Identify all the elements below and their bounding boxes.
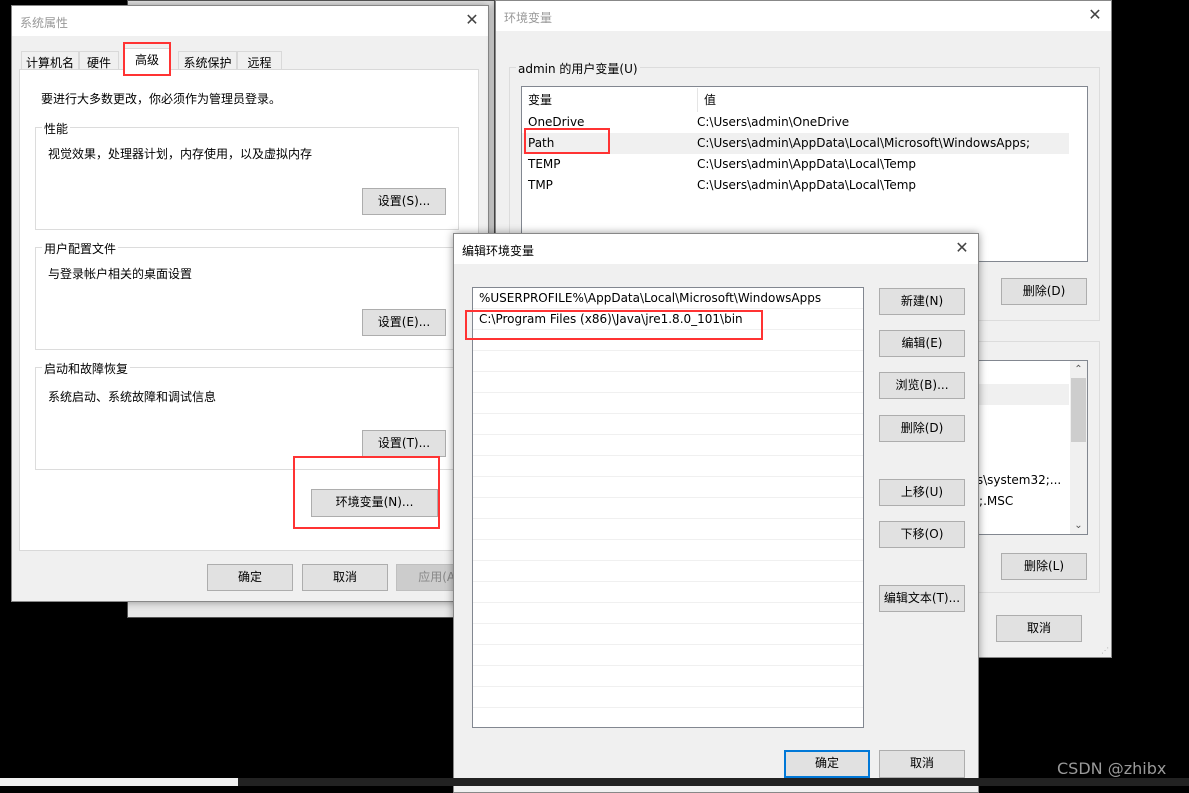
browse-button[interactable]: 浏览(B)...: [879, 372, 965, 399]
scrollbar-thumb[interactable]: [1071, 378, 1086, 442]
watermark: CSDN @zhibx: [1057, 759, 1167, 778]
empty-list-row[interactable]: [473, 330, 863, 351]
cancel-button[interactable]: 取消: [302, 564, 388, 591]
table-row[interactable]: TEMP C:\Users\admin\AppData\Local\Temp: [522, 154, 1087, 175]
group-desc: 系统启动、系统故障和调试信息: [48, 390, 217, 404]
table-row-selected[interactable]: Path C:\Users\admin\AppData\Local\Microso…: [522, 133, 1069, 154]
group-user-profiles: 用户配置文件 与登录帐户相关的桌面设置 设置(E)...: [35, 240, 459, 350]
empty-list-row[interactable]: [473, 603, 863, 624]
empty-list-row[interactable]: [473, 393, 863, 414]
group-label: admin 的用户变量(U): [516, 60, 640, 77]
empty-list-row[interactable]: [473, 519, 863, 540]
taskbar-left: [0, 778, 238, 786]
scrollbar[interactable]: ⌃ ⌄: [1070, 361, 1087, 534]
empty-list-row[interactable]: [473, 645, 863, 666]
column-header-value[interactable]: 值: [697, 88, 716, 112]
list-item[interactable]: C:\Program Files (x86)\Java\jre1.8.0_101…: [473, 309, 863, 330]
resize-grip-icon[interactable]: ⋰: [1101, 646, 1109, 655]
var-name: Path: [528, 136, 555, 150]
system-properties-dialog: 系统属性 ✕ 计算机名 硬件 高级 系统保护 远程 要进行大多数更改，你必须作为…: [11, 5, 489, 602]
performance-settings-button[interactable]: 设置(S)...: [362, 188, 446, 215]
edit-ok-button[interactable]: 确定: [784, 750, 870, 778]
empty-list-row[interactable]: [473, 477, 863, 498]
empty-list-row[interactable]: [473, 561, 863, 582]
move-up-button[interactable]: 上移(U): [879, 479, 965, 506]
env-cancel-button[interactable]: 取消: [996, 615, 1082, 642]
ok-button[interactable]: 确定: [207, 564, 293, 591]
table-row[interactable]: OneDrive C:\Users\admin\OneDrive: [522, 112, 1087, 133]
scroll-down-icon[interactable]: ⌄: [1070, 517, 1087, 534]
list-item[interactable]: %USERPROFILE%\AppData\Local\Microsoft\Wi…: [473, 288, 863, 309]
var-value: C:\Users\admin\AppData\Local\Temp: [697, 178, 917, 192]
empty-list-row[interactable]: [473, 666, 863, 687]
title-bar: 系统属性 ✕: [12, 6, 488, 36]
startup-settings-button[interactable]: 设置(T)...: [362, 430, 446, 457]
scroll-up-icon[interactable]: ⌃: [1070, 361, 1087, 378]
group-label: 启动和故障恢复: [42, 360, 131, 377]
var-value: C:\Users\admin\AppData\Local\Temp: [697, 157, 917, 171]
empty-list-row[interactable]: [473, 414, 863, 435]
empty-list-row[interactable]: [473, 351, 863, 372]
dialog-title: 环境变量: [504, 11, 553, 25]
taskbar: [238, 778, 1189, 786]
empty-list-row[interactable]: [473, 498, 863, 519]
group-label: 性能: [42, 120, 71, 137]
table-row[interactable]: TMP C:\Users\admin\AppData\Local\Temp: [522, 175, 1087, 196]
edit-environment-variable-dialog: 编辑环境变量 ✕ %USERPROFILE%\AppData\Local\Mic…: [453, 233, 979, 793]
tab-advanced[interactable]: 高级: [123, 48, 171, 75]
new-button[interactable]: 新建(N): [879, 288, 965, 315]
empty-list-row[interactable]: [473, 435, 863, 456]
user-delete-button[interactable]: 删除(D): [1001, 278, 1087, 305]
empty-list-row[interactable]: [473, 624, 863, 645]
empty-list-row[interactable]: [473, 456, 863, 477]
tab-panel: 要进行大多数更改，你必须作为管理员登录。 性能 视觉效果，处理器计划，内存使用，…: [19, 69, 479, 551]
group-desc: 视觉效果，处理器计划，内存使用，以及虚拟内存: [48, 147, 313, 161]
environment-variables-button[interactable]: 环境变量(N)...: [311, 489, 438, 517]
column-header-variable[interactable]: 变量: [528, 93, 552, 107]
empty-list-row[interactable]: [473, 687, 863, 708]
var-name: TMP: [528, 178, 553, 192]
group-label: 用户配置文件: [42, 240, 119, 257]
delete-button[interactable]: 删除(D): [879, 415, 965, 442]
list-header: 变量 值: [522, 88, 1087, 112]
var-value: C:\Users\admin\AppData\Local\Microsoft\W…: [697, 136, 1030, 150]
sys-value-fragment: ws\system32;...: [967, 473, 1062, 487]
var-name: OneDrive: [528, 115, 585, 129]
move-down-button[interactable]: 下移(O): [879, 521, 965, 548]
group-performance: 性能 视觉效果，处理器计划，内存使用，以及虚拟内存 设置(S)...: [35, 120, 459, 230]
group-desc: 与登录帐户相关的桌面设置: [48, 267, 193, 281]
admin-notice: 要进行大多数更改，你必须作为管理员登录。: [41, 92, 282, 106]
path-entries-list[interactable]: %USERPROFILE%\AppData\Local\Microsoft\Wi…: [472, 287, 864, 728]
close-icon[interactable]: ✕: [1085, 5, 1105, 25]
close-icon[interactable]: ✕: [462, 10, 482, 30]
edit-cancel-button[interactable]: 取消: [879, 750, 965, 778]
title-bar: 环境变量 ✕: [496, 1, 1111, 31]
title-bar: 编辑环境变量 ✕: [454, 234, 978, 264]
var-name: TEMP: [528, 157, 561, 171]
dialog-title: 系统属性: [20, 16, 69, 30]
edit-button[interactable]: 编辑(E): [879, 330, 965, 357]
empty-list-row[interactable]: [473, 372, 863, 393]
empty-list-row[interactable]: [473, 708, 863, 727]
system-delete-button[interactable]: 删除(L): [1001, 553, 1087, 580]
edit-text-button[interactable]: 编辑文本(T)...: [879, 585, 965, 612]
empty-list-row[interactable]: [473, 582, 863, 603]
empty-list-row[interactable]: [473, 540, 863, 561]
profile-settings-button[interactable]: 设置(E)...: [362, 309, 446, 336]
close-icon[interactable]: ✕: [952, 238, 972, 258]
dialog-title: 编辑环境变量: [462, 244, 535, 258]
group-startup-recovery: 启动和故障恢复 系统启动、系统故障和调试信息 设置(T)...: [35, 360, 459, 470]
var-value: C:\Users\admin\OneDrive: [697, 115, 850, 129]
